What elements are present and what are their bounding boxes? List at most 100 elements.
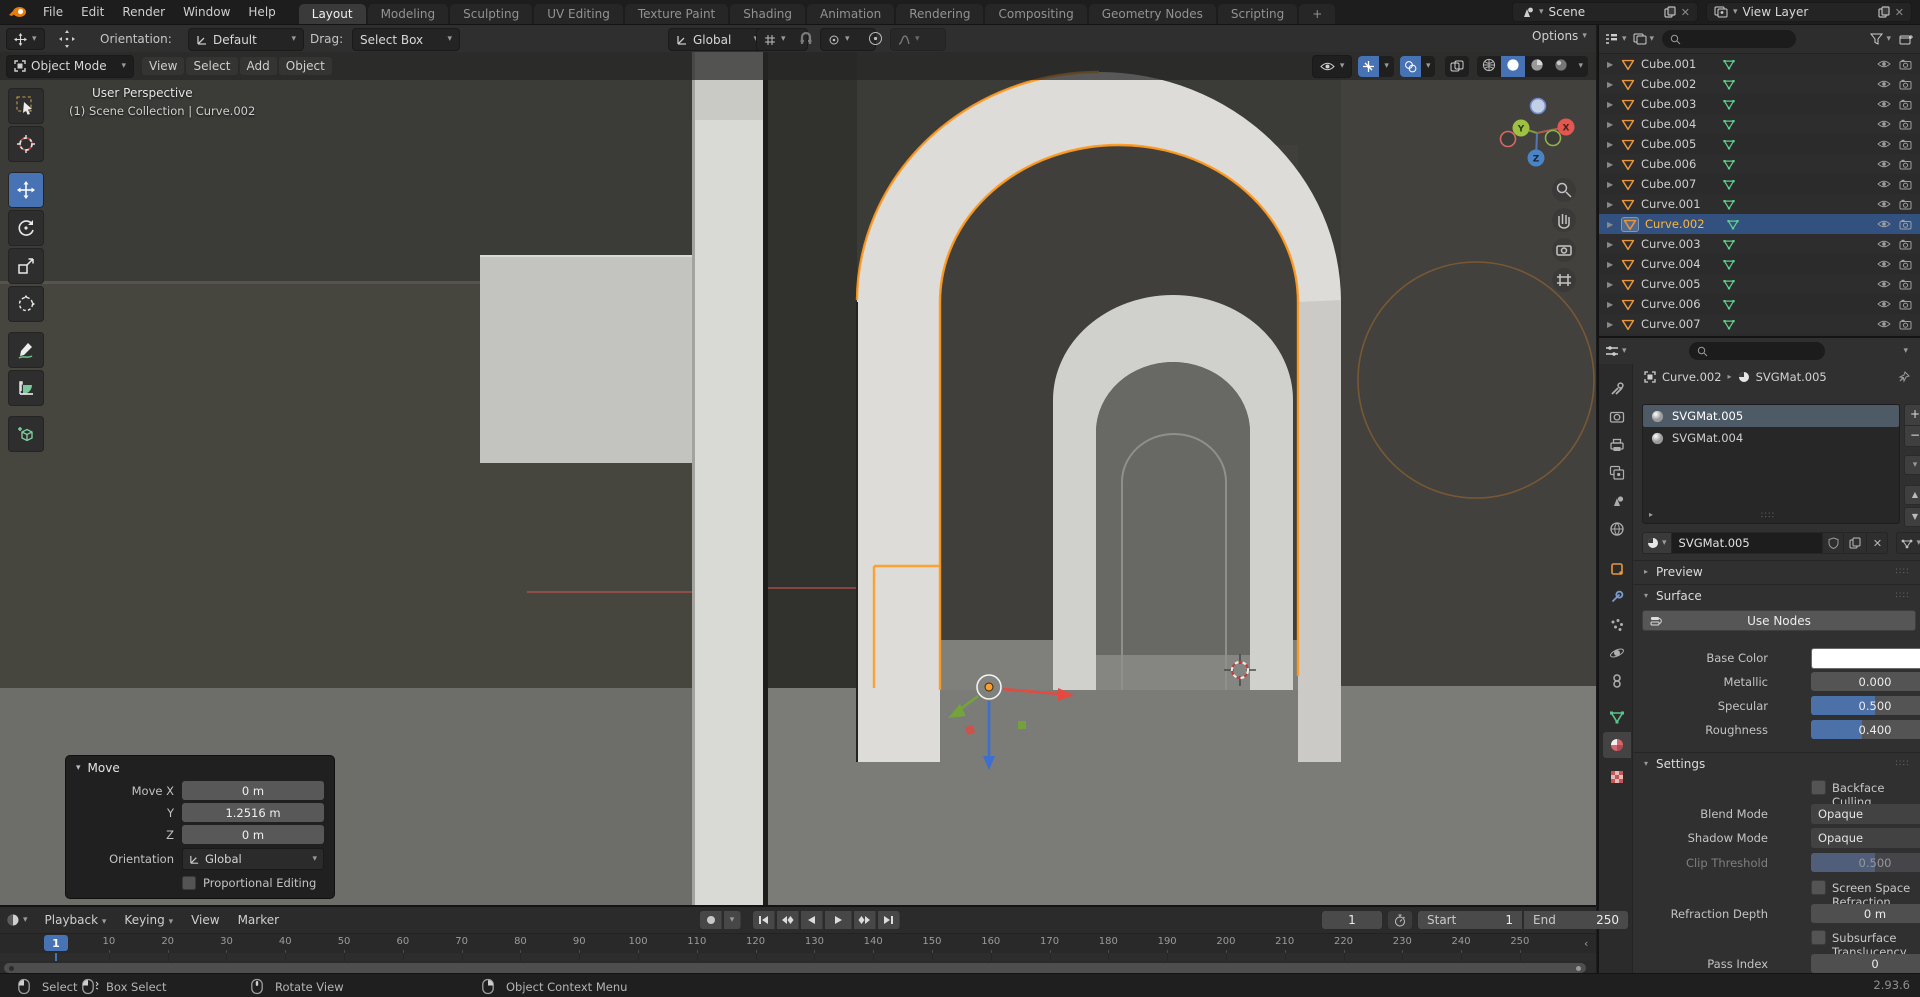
disable-in-renders-icon[interactable] — [1899, 319, 1912, 330]
view-layer-selector[interactable]: ▾ View Layer ✕ — [1706, 2, 1912, 22]
frame-start-field[interactable]: Start 1 — [1418, 911, 1522, 929]
chevron-down-icon[interactable]: ▾ — [1650, 34, 1655, 44]
material-browse-button[interactable]: ▾ — [1642, 532, 1672, 554]
measure-tool[interactable] — [8, 370, 44, 406]
outliner-item-cube-007[interactable]: ▶ Cube.007 — [1599, 174, 1920, 194]
outliner-item-cube-006[interactable]: ▶ Cube.006 — [1599, 154, 1920, 174]
properties-tab-view-layer[interactable] — [1603, 460, 1631, 486]
expand-arrow-icon[interactable]: ▶ — [1607, 280, 1621, 289]
proportional-editing-icon[interactable] — [868, 31, 883, 46]
breadcrumb-object[interactable]: Curve.002 — [1662, 370, 1722, 384]
outliner-item-curve-006[interactable]: ▶ Curve.006 — [1599, 294, 1920, 314]
hide-in-viewport-icon[interactable] — [1877, 259, 1891, 269]
material-slot-svgmat-004[interactable]: SVGMat.004 — [1643, 427, 1899, 449]
timeline-menu-marker[interactable]: Marker — [229, 911, 288, 929]
expand-arrow-icon[interactable]: ▶ — [1607, 180, 1621, 189]
material-name-field[interactable]: SVGMat.005 — [1671, 532, 1824, 554]
properties-tab-output[interactable] — [1603, 432, 1631, 458]
chevron-down-icon[interactable]: ▾ — [23, 915, 28, 925]
workspace-tab-animation[interactable]: Animation — [807, 4, 895, 24]
shading-material-button[interactable] — [1525, 56, 1549, 77]
shading-rendered-button[interactable] — [1549, 56, 1573, 77]
disable-in-renders-icon[interactable] — [1899, 199, 1912, 210]
remove-slot-button[interactable]: − — [1904, 426, 1920, 447]
new-material-button[interactable] — [1844, 532, 1868, 554]
chevron-down-icon[interactable]: ▾ — [1573, 61, 1588, 71]
use-preview-range-button[interactable] — [1388, 911, 1412, 929]
duplicate-icon[interactable] — [1664, 6, 1676, 18]
disable-in-renders-icon[interactable] — [1899, 239, 1912, 250]
workspace-tab-sculpting[interactable]: Sculpting — [450, 4, 533, 24]
shadow-mode-dropdown[interactable]: Opaque▾ — [1811, 828, 1920, 848]
gizmo-plane-handle-green[interactable] — [1018, 721, 1026, 729]
settings-section-header[interactable]: ▾ Settings ∷∷ — [1632, 752, 1920, 774]
outliner-item-label[interactable]: Cube.006 — [1641, 157, 1723, 171]
options-chevron-icon[interactable]: ▾ — [1903, 346, 1908, 356]
viewport-menu-view[interactable]: View — [142, 57, 185, 75]
record-options-button[interactable]: ▾ — [724, 911, 741, 929]
material-link-dropdown[interactable]: ▾ — [1896, 532, 1920, 554]
unlink-material-button[interactable]: ✕ — [1867, 532, 1889, 554]
options-button[interactable]: Options ▾ — [1532, 29, 1587, 43]
timeline-menu-playback[interactable]: Playback ▾ — [36, 911, 116, 929]
outliner-item-cube-005[interactable]: ▶ Cube.005 — [1599, 134, 1920, 154]
disable-in-renders-icon[interactable] — [1899, 139, 1912, 150]
expand-arrow-icon[interactable]: ▶ — [1607, 220, 1621, 229]
hide-in-viewport-icon[interactable] — [1877, 179, 1891, 189]
shading-solid-button[interactable] — [1501, 55, 1526, 77]
hide-in-viewport-icon[interactable] — [1877, 119, 1891, 129]
preview-section-header[interactable]: ▸ Preview ∷∷ — [1632, 560, 1920, 582]
view-layer-name[interactable]: View Layer — [1743, 5, 1873, 19]
jump-to-start-button[interactable] — [753, 911, 775, 929]
workspace-tab-uv-editing[interactable]: UV Editing — [534, 4, 623, 24]
move-field-z[interactable]: 0 m — [182, 825, 324, 844]
timeline-editor-icon[interactable] — [6, 913, 20, 927]
hide-in-viewport-icon[interactable] — [1877, 219, 1891, 229]
expand-arrow-icon[interactable]: ▶ — [1607, 320, 1621, 329]
outliner-item-cube-004[interactable]: ▶ Cube.004 — [1599, 114, 1920, 134]
outliner-item-cube-001[interactable]: ▶ Cube.001 — [1599, 54, 1920, 74]
properties-tab-constraints[interactable] — [1603, 668, 1631, 694]
outliner-item-label[interactable]: Cube.001 — [1641, 57, 1723, 71]
outliner-item-label[interactable]: Cube.005 — [1641, 137, 1723, 151]
proportional-editing-checkbox[interactable] — [182, 876, 196, 890]
outliner-item-label[interactable]: Cube.003 — [1641, 97, 1723, 111]
disable-in-renders-icon[interactable] — [1899, 259, 1912, 270]
mode-dropdown[interactable]: Object Mode ▾ — [6, 54, 134, 78]
properties-tab-render[interactable] — [1603, 404, 1631, 430]
move-field-x[interactable]: 0 m — [182, 781, 324, 800]
outliner-item-label[interactable]: Curve.003 — [1641, 237, 1723, 251]
roughness-slider[interactable]: 0.400 — [1811, 720, 1920, 739]
blender-logo-icon[interactable] — [8, 4, 28, 20]
menu-window[interactable]: Window — [174, 3, 239, 21]
disable-in-renders-icon[interactable] — [1899, 179, 1912, 190]
expand-arrow-icon[interactable]: ▶ — [1607, 160, 1621, 169]
blend-mode-dropdown[interactable]: Opaque▾ — [1811, 804, 1920, 824]
properties-tab-physics[interactable] — [1603, 640, 1631, 666]
slot-move-down-button[interactable]: ▼ — [1904, 507, 1920, 527]
scene-name[interactable]: Scene — [1549, 5, 1659, 19]
current-frame-field[interactable]: 1 — [1322, 911, 1382, 929]
workspace-tab-modeling[interactable]: Modeling — [367, 4, 449, 24]
properties-tab-object-data[interactable] — [1603, 704, 1631, 730]
outliner-item-label[interactable]: Curve.006 — [1641, 297, 1723, 311]
hide-in-viewport-icon[interactable] — [1877, 239, 1891, 249]
disable-in-renders-icon[interactable] — [1899, 159, 1912, 170]
expand-arrow-icon[interactable]: ▶ — [1607, 140, 1621, 149]
jump-to-end-button[interactable] — [878, 911, 900, 929]
outliner-item-cube-002[interactable]: ▶ Cube.002 — [1599, 74, 1920, 94]
nav-axis-neg-x[interactable] — [1499, 130, 1517, 148]
outliner-item-label[interactable]: Cube.004 — [1641, 117, 1723, 131]
menu-edit[interactable]: Edit — [72, 3, 113, 21]
filter-icon[interactable] — [1870, 33, 1884, 45]
breadcrumb-material[interactable]: SVGMat.005 — [1756, 370, 1827, 384]
use-nodes-button[interactable]: Use Nodes — [1642, 610, 1916, 631]
nav-axis-neg-z[interactable] — [1529, 97, 1547, 115]
move-tool[interactable] — [8, 172, 44, 208]
chevron-down-icon[interactable]: ▾ — [1622, 346, 1627, 356]
scale-tool[interactable] — [8, 248, 44, 284]
disable-in-renders-icon[interactable] — [1899, 79, 1912, 90]
metallic-slider[interactable]: 0.000 — [1811, 672, 1920, 691]
snap-magnet-icon[interactable] — [798, 31, 814, 47]
properties-tab-texture[interactable] — [1603, 764, 1631, 790]
